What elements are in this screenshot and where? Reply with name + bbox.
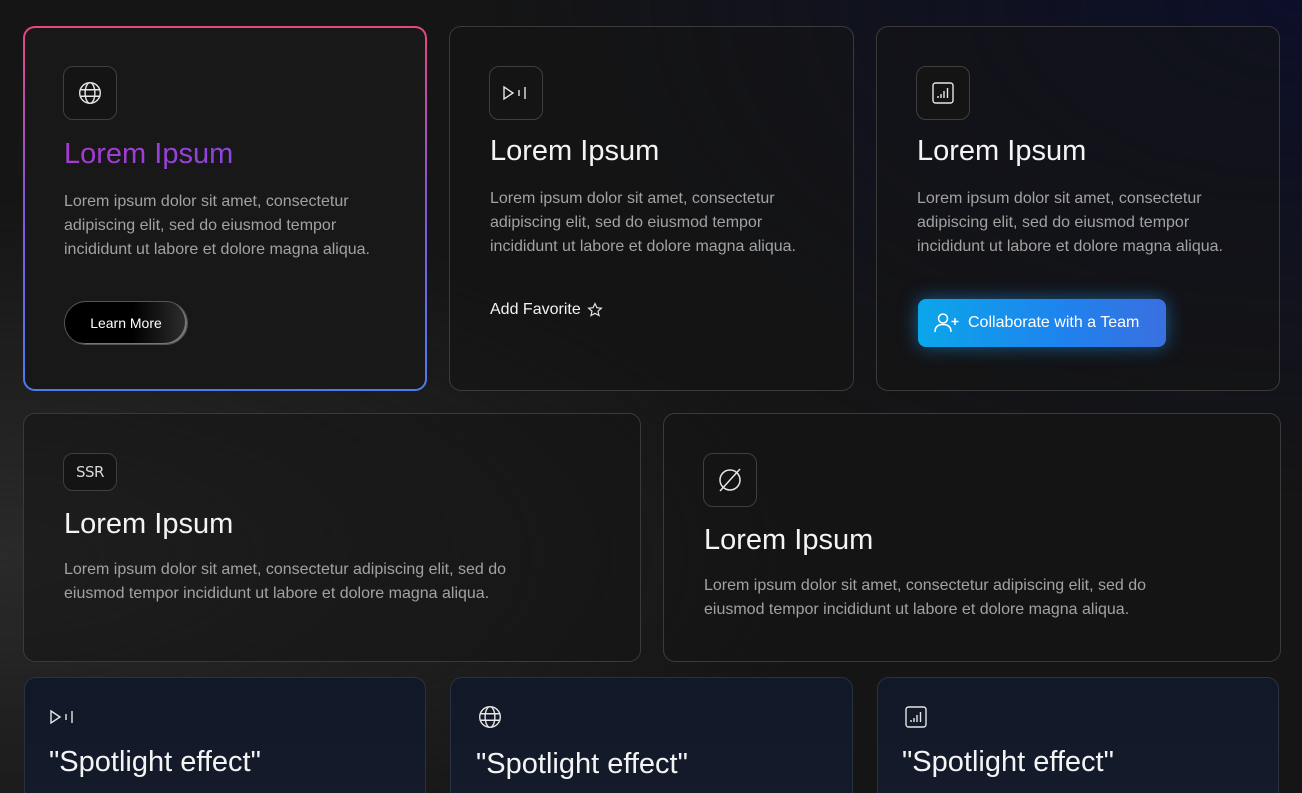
card-title: "Spotlight effect": [476, 748, 688, 780]
ssr-icon: SSR: [76, 463, 104, 481]
card-title: Lorem Ipsum: [64, 508, 234, 540]
collaborate-button[interactable]: Collaborate with a Team: [918, 299, 1166, 347]
collaborate-button-label: Collaborate with a Team: [968, 314, 1140, 331]
spotlight-card-2: "Spotlight effect": [450, 677, 853, 793]
card-title: Lorem Ipsum: [704, 524, 874, 556]
empty-set-icon: [719, 468, 741, 492]
card-title: "Spotlight effect": [49, 746, 261, 778]
add-favorite-link[interactable]: Add Favorite: [490, 301, 603, 319]
card-description: Lorem ipsum dolor sit amet, consectetur …: [490, 190, 796, 255]
play-pause-icon: [503, 85, 526, 101]
globe-icon: [79, 82, 101, 104]
add-favorite-label: Add Favorite: [490, 301, 581, 318]
play-pause-icon: [50, 709, 73, 725]
card-description: Lorem ipsum dolor sit amet, consectetur …: [917, 190, 1223, 255]
card-description: Lorem ipsum dolor sit amet, consectetur …: [64, 561, 506, 602]
star-icon: [586, 302, 603, 317]
feature-card-5: Lorem Ipsum Lorem ipsum dolor sit amet, …: [663, 413, 1281, 662]
feature-card-1: Lorem Ipsum Lorem ipsum dolor sit amet, …: [23, 26, 427, 391]
spotlight-card-3: "Spotlight effect": [877, 677, 1279, 793]
card-title: Lorem Ipsum: [490, 135, 660, 167]
card-title: "Spotlight effect": [902, 746, 1114, 778]
spotlight-card-1: "Spotlight effect": [24, 677, 426, 793]
learn-more-button[interactable]: Learn More: [64, 301, 188, 345]
card-title: Lorem Ipsum: [64, 138, 234, 170]
signal-bars-icon: [905, 706, 927, 728]
empty-set-icon-box: [703, 453, 757, 507]
user-plus-icon: [934, 313, 959, 333]
globe-icon-box: [63, 66, 117, 120]
signal-bars-icon: [932, 82, 954, 104]
card-description: Lorem ipsum dolor sit amet, consectetur …: [704, 577, 1146, 618]
signal-bars-icon-box: [916, 66, 970, 120]
play-pause-icon-box: [489, 66, 543, 120]
card-title: Lorem Ipsum: [917, 135, 1087, 167]
feature-card-4: SSR Lorem Ipsum Lorem ipsum dolor sit am…: [23, 413, 641, 662]
card-description: Lorem ipsum dolor sit amet, consectetur …: [64, 193, 370, 258]
ssr-icon-box: SSR: [63, 453, 117, 491]
feature-card-3: Lorem Ipsum Lorem ipsum dolor sit amet, …: [876, 26, 1280, 391]
globe-icon: [479, 706, 501, 728]
feature-card-2: Lorem Ipsum Lorem ipsum dolor sit amet, …: [449, 26, 854, 391]
